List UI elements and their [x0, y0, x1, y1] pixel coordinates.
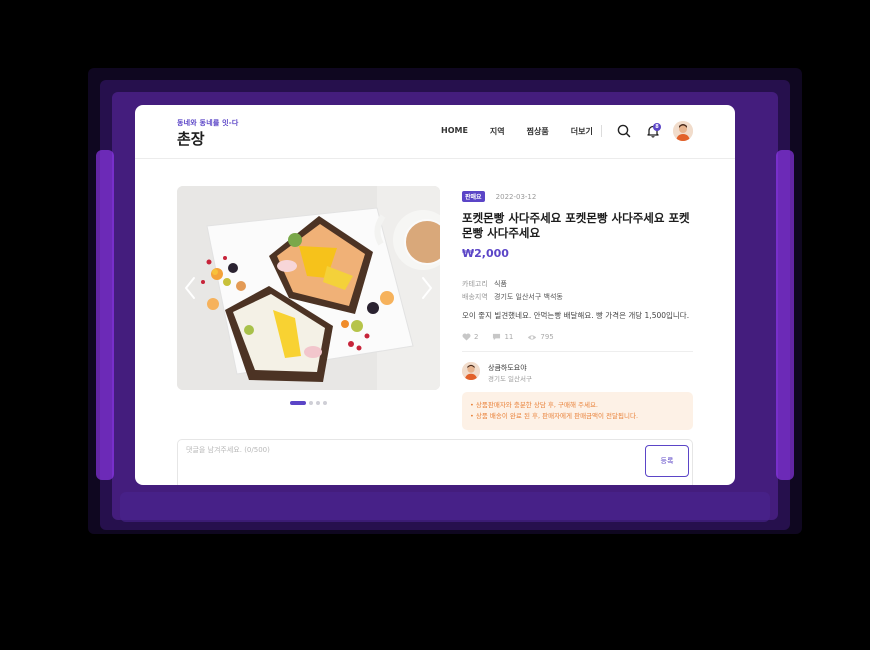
like-count: 2	[474, 333, 479, 341]
carousel-dot[interactable]	[309, 401, 313, 405]
backdrop-glow	[96, 150, 114, 480]
nav-item-more[interactable]: 더보기	[571, 126, 593, 137]
comment-box: 등록	[177, 439, 693, 485]
site-header: 동네와 동네를 잇-다 촌장 HOME 지역 찜상품 더보기 8	[135, 105, 735, 159]
post-date: 2022-03-12	[495, 192, 537, 201]
product-image-carousel[interactable]	[177, 186, 440, 390]
comment-count: 11	[504, 333, 514, 341]
view-count: 795	[540, 333, 554, 341]
category-value: 식품	[494, 280, 507, 288]
nav-item-wishlist[interactable]: 찜상품	[527, 126, 549, 137]
notice-line: • 상품판매자와 충분한 상담 후, 구매해 주세요.	[470, 401, 599, 409]
seller-location: 경기도 일산서구	[488, 375, 532, 383]
product-meta: 카테고리 식품 배송지역 경기도 일산서구 백석동	[462, 278, 693, 304]
brand-logo[interactable]: 촌장	[177, 128, 205, 149]
comment-icon	[493, 333, 501, 341]
heart-icon	[462, 333, 471, 341]
notification-badge: 8	[653, 123, 661, 131]
carousel-dot[interactable]	[316, 401, 320, 405]
comment-submit-button[interactable]: 등록	[645, 445, 689, 477]
comment-input[interactable]	[186, 446, 626, 454]
seller-avatar[interactable]	[462, 362, 480, 380]
status-badge: 판매요	[462, 191, 485, 202]
delivery-area-label: 배송지역	[462, 293, 488, 301]
category-label: 카테고리	[462, 280, 488, 288]
brand-tagline: 동네와 동네를 잇-다	[177, 119, 239, 127]
user-avatar[interactable]	[673, 121, 693, 141]
product-photo	[177, 186, 440, 390]
product-title: 포켓몬빵 사다주세요 포켓몬빵 사다주세요 포켓몬빵 사다주세요	[462, 211, 690, 240]
browser-window: 동네와 동네를 잇-다 촌장 HOME 지역 찜상품 더보기 8 판매요 202…	[135, 105, 735, 485]
product-description: 오이 좋지 빌견했네요. 안먹는빵 배달해요. 빵 가격은 개당 1,500입니…	[462, 311, 690, 320]
seller-name: 상큼하도요야	[488, 364, 527, 372]
main-nav: HOME 지역 찜상품 더보기	[441, 126, 615, 137]
carousel-dot-active[interactable]	[290, 401, 306, 405]
comment-stat: 11	[492, 333, 513, 341]
carousel-next-arrow-icon[interactable]	[420, 276, 434, 300]
delivery-area-value: 경기도 일산서구 백석동	[494, 293, 563, 301]
nav-item-home[interactable]: HOME	[441, 126, 468, 137]
view-stat: 795	[527, 333, 554, 341]
nav-divider	[601, 125, 602, 137]
notice-line: • 상품 배송이 완료 된 후, 판매자에게 판매금액이 전달됩니다.	[470, 412, 639, 420]
divider	[462, 351, 693, 352]
product-price: ₩2,000	[462, 247, 509, 260]
carousel-prev-arrow-icon[interactable]	[183, 276, 197, 300]
purchase-notice: • 상품판매자와 충분한 상담 후, 구매해 주세요. • 상품 배송이 완료 …	[462, 392, 693, 430]
nav-item-region[interactable]: 지역	[490, 126, 505, 137]
seller-info[interactable]: 상큼하도요야 경기도 일산서구	[462, 362, 693, 384]
backdrop-glow	[776, 150, 794, 480]
product-stats: 2 11 795	[462, 333, 693, 341]
carousel-dot[interactable]	[323, 401, 327, 405]
like-stat[interactable]: 2	[462, 333, 478, 341]
eye-icon	[528, 334, 537, 340]
backdrop-glow	[120, 492, 770, 522]
product-detail: 판매요 2022-03-12 포켓몬빵 사다주세요 포켓몬빵 사다주세요 포켓몬…	[462, 186, 693, 430]
search-icon[interactable]	[616, 123, 632, 139]
carousel-pagination	[290, 401, 327, 405]
